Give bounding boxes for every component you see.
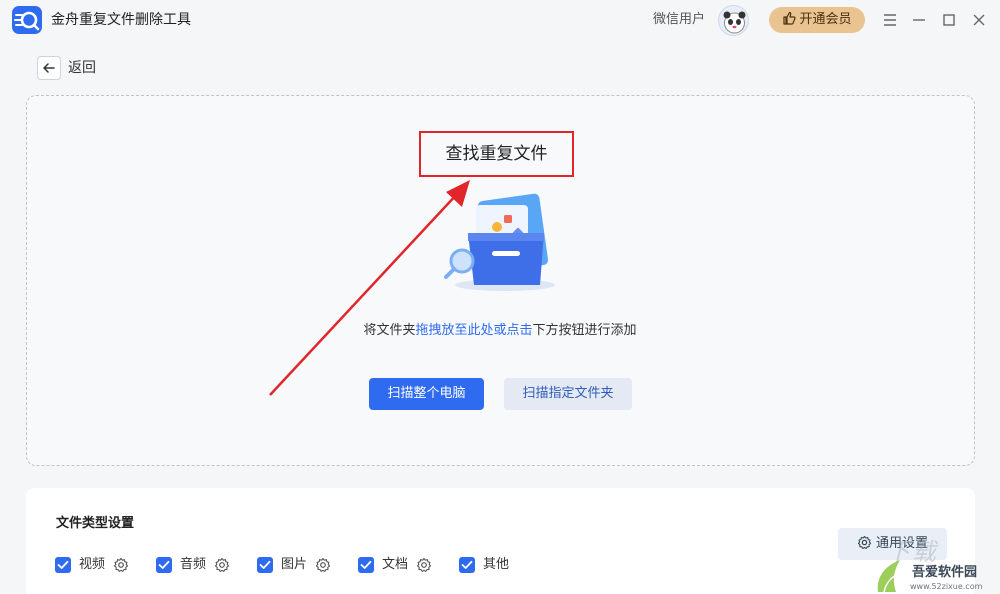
folder-illustration-icon: [444, 193, 555, 291]
maximize-icon[interactable]: [938, 9, 960, 31]
settings-title: 文件类型设置: [56, 516, 135, 531]
app-logo-icon: [12, 6, 42, 34]
watermark-big-text: 下载: [886, 538, 938, 566]
type-label: 视频: [79, 557, 106, 572]
watermark-name: 吾爱软件园: [912, 565, 978, 580]
drop-hint: 将文件夹拖拽放至此处或点击下方按钮进行添加: [0, 322, 1000, 340]
hint-after: 下方按钮进行添加: [532, 323, 637, 338]
app-title: 金舟重复文件删除工具: [51, 12, 191, 28]
user-name[interactable]: 微信用户: [653, 10, 705, 30]
vip-button[interactable]: 开通会员: [769, 7, 865, 33]
scan-whole-computer-button[interactable]: 扫描整个电脑: [369, 378, 484, 410]
type-item-audio[interactable]: 音频: [156, 556, 246, 574]
back-label[interactable]: 返回: [68, 58, 96, 78]
type-label: 图片: [281, 557, 308, 572]
arrow-left-icon: [43, 63, 55, 73]
type-item-video[interactable]: 视频: [55, 556, 145, 574]
type-label: 音频: [180, 557, 207, 572]
watermark-url: www.52zixue.com: [910, 582, 983, 591]
type-item-other[interactable]: 其他: [459, 556, 529, 574]
type-label: 文档: [382, 557, 409, 572]
file-type-settings-panel: [26, 488, 975, 594]
hint-link[interactable]: 拖拽放至此处或点击: [415, 323, 532, 338]
minimize-icon[interactable]: [908, 9, 930, 31]
gear-icon[interactable]: [416, 557, 432, 573]
type-item-image[interactable]: 图片: [257, 556, 347, 574]
menu-icon[interactable]: [879, 9, 901, 31]
video-checkbox[interactable]: [55, 557, 71, 573]
avatar[interactable]: [718, 5, 749, 36]
document-checkbox[interactable]: [358, 557, 374, 573]
gear-icon[interactable]: [214, 557, 230, 573]
vip-label: 开通会员: [799, 12, 852, 27]
close-icon[interactable]: [968, 9, 990, 31]
audio-checkbox[interactable]: [156, 557, 172, 573]
scan-folder-button[interactable]: 扫描指定文件夹: [504, 378, 632, 410]
image-checkbox[interactable]: [257, 557, 273, 573]
drop-zone-title: 查找重复文件: [445, 144, 548, 164]
gear-icon[interactable]: [315, 557, 331, 573]
panda-avatar-icon: [723, 11, 746, 34]
title-bar: 金舟重复文件删除工具 微信用户 开通会员: [0, 0, 1000, 40]
thumbs-up-icon: [782, 9, 797, 35]
other-checkbox[interactable]: [459, 557, 475, 573]
hint-before: 将文件夹: [363, 323, 416, 338]
gear-icon[interactable]: [113, 557, 129, 573]
type-item-document[interactable]: 文档: [358, 556, 448, 574]
back-button[interactable]: [37, 56, 61, 80]
type-label: 其他: [483, 557, 510, 572]
